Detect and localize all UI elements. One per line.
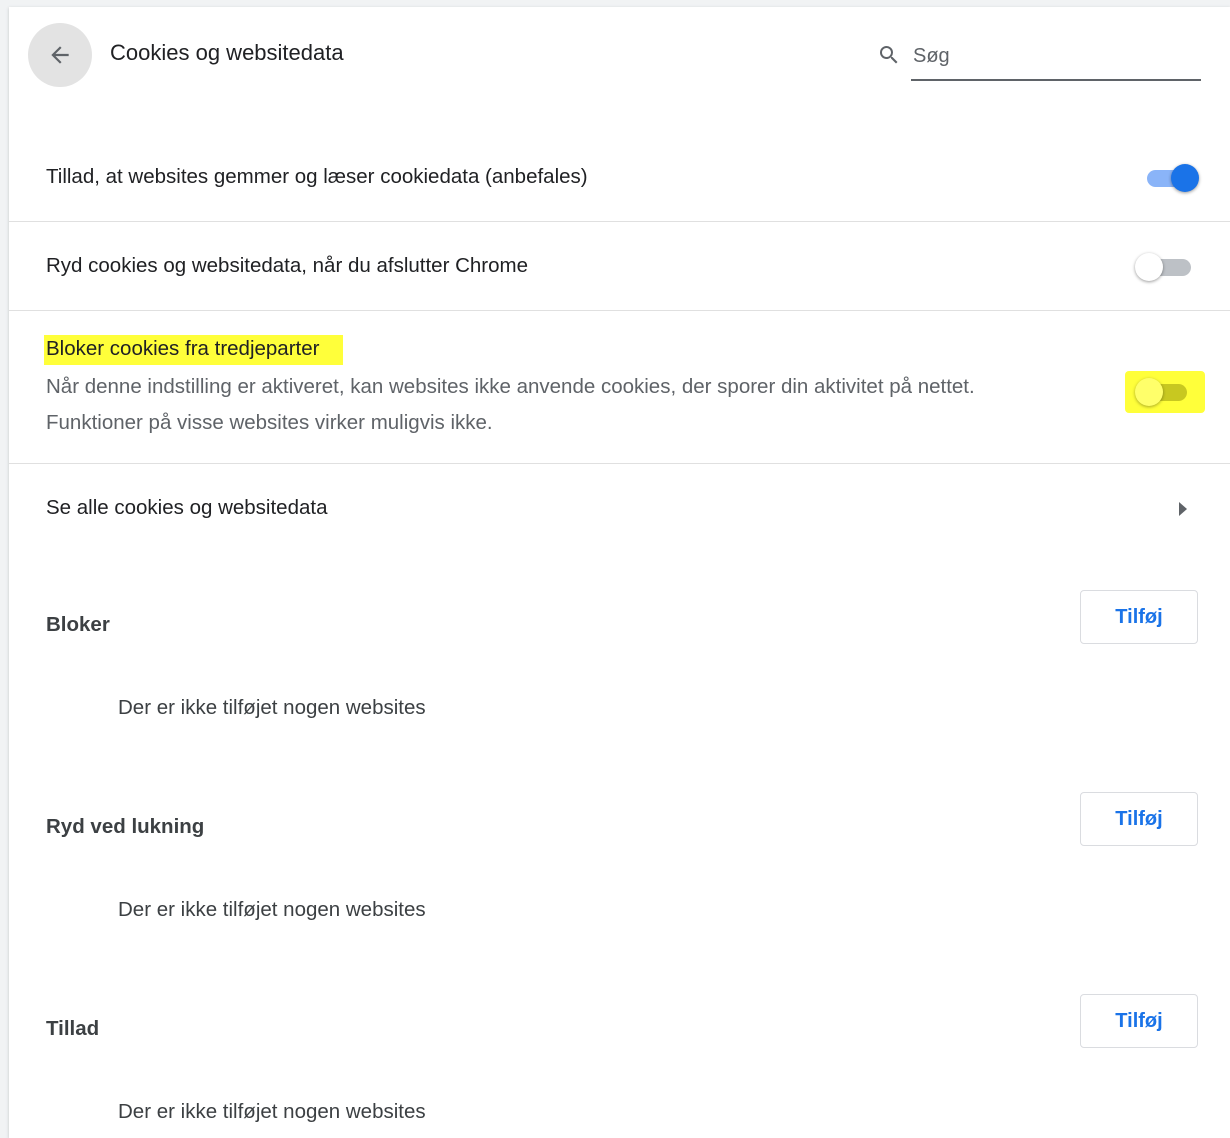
search-input[interactable] [911, 37, 1201, 81]
add-allow-site-button[interactable]: Tilføj [1080, 994, 1198, 1048]
allow-empty-text: Der er ikke tilføjet nogen websites [118, 1100, 426, 1123]
see-all-cookies-row[interactable]: Se alle cookies og websitedata [9, 463, 1230, 552]
clear-on-exit-row[interactable]: Ryd cookies og websitedata, når du afslu… [9, 221, 1230, 310]
block-third-party-row[interactable]: Bloker cookies fra tredjeparter Når denn… [9, 310, 1230, 464]
see-all-cookies-label: Se alle cookies og websitedata [46, 496, 328, 519]
page-title: Cookies og websitedata [110, 40, 344, 65]
toggle-knob [1135, 253, 1163, 281]
toggle-knob [1171, 164, 1199, 192]
block-third-party-toggle[interactable] [1125, 371, 1205, 413]
allow-cookies-toggle[interactable] [1139, 163, 1201, 193]
allow-cookies-label: Tillad, at websites gemmer og læser cook… [46, 165, 588, 188]
block-third-party-description-line1: Når denne indstilling er aktiveret, kan … [46, 375, 975, 398]
block-third-party-description-line2: Funktioner på visse websites virker muli… [46, 411, 493, 434]
section-title-allow: Tillad [46, 1017, 100, 1040]
section-title-clear-on-exit: Ryd ved lukning [46, 815, 205, 838]
chevron-right-icon [1179, 502, 1187, 516]
toggle-knob [1135, 378, 1163, 406]
settings-card: Cookies og websitedata Tillad, at websit… [9, 7, 1230, 1138]
add-clear-on-exit-site-button[interactable]: Tilføj [1080, 792, 1198, 846]
section-title-block: Bloker [46, 613, 110, 636]
search-icon [880, 46, 898, 64]
add-block-site-button[interactable]: Tilføj [1080, 590, 1198, 644]
block-third-party-label: Bloker cookies fra tredjeparter [44, 335, 344, 365]
page-header: Cookies og websitedata [9, 7, 1230, 107]
clear-on-exit-toggle[interactable] [1135, 252, 1197, 282]
clear-on-exit-label: Ryd cookies og websitedata, når du afslu… [46, 254, 529, 277]
allow-cookies-row[interactable]: Tillad, at websites gemmer og læser cook… [9, 133, 1230, 221]
back-button[interactable] [28, 23, 92, 87]
block-empty-text: Der er ikke tilføjet nogen websites [118, 696, 426, 719]
arrow-back-icon [51, 46, 69, 64]
clear-on-exit-empty-text: Der er ikke tilføjet nogen websites [118, 898, 426, 921]
